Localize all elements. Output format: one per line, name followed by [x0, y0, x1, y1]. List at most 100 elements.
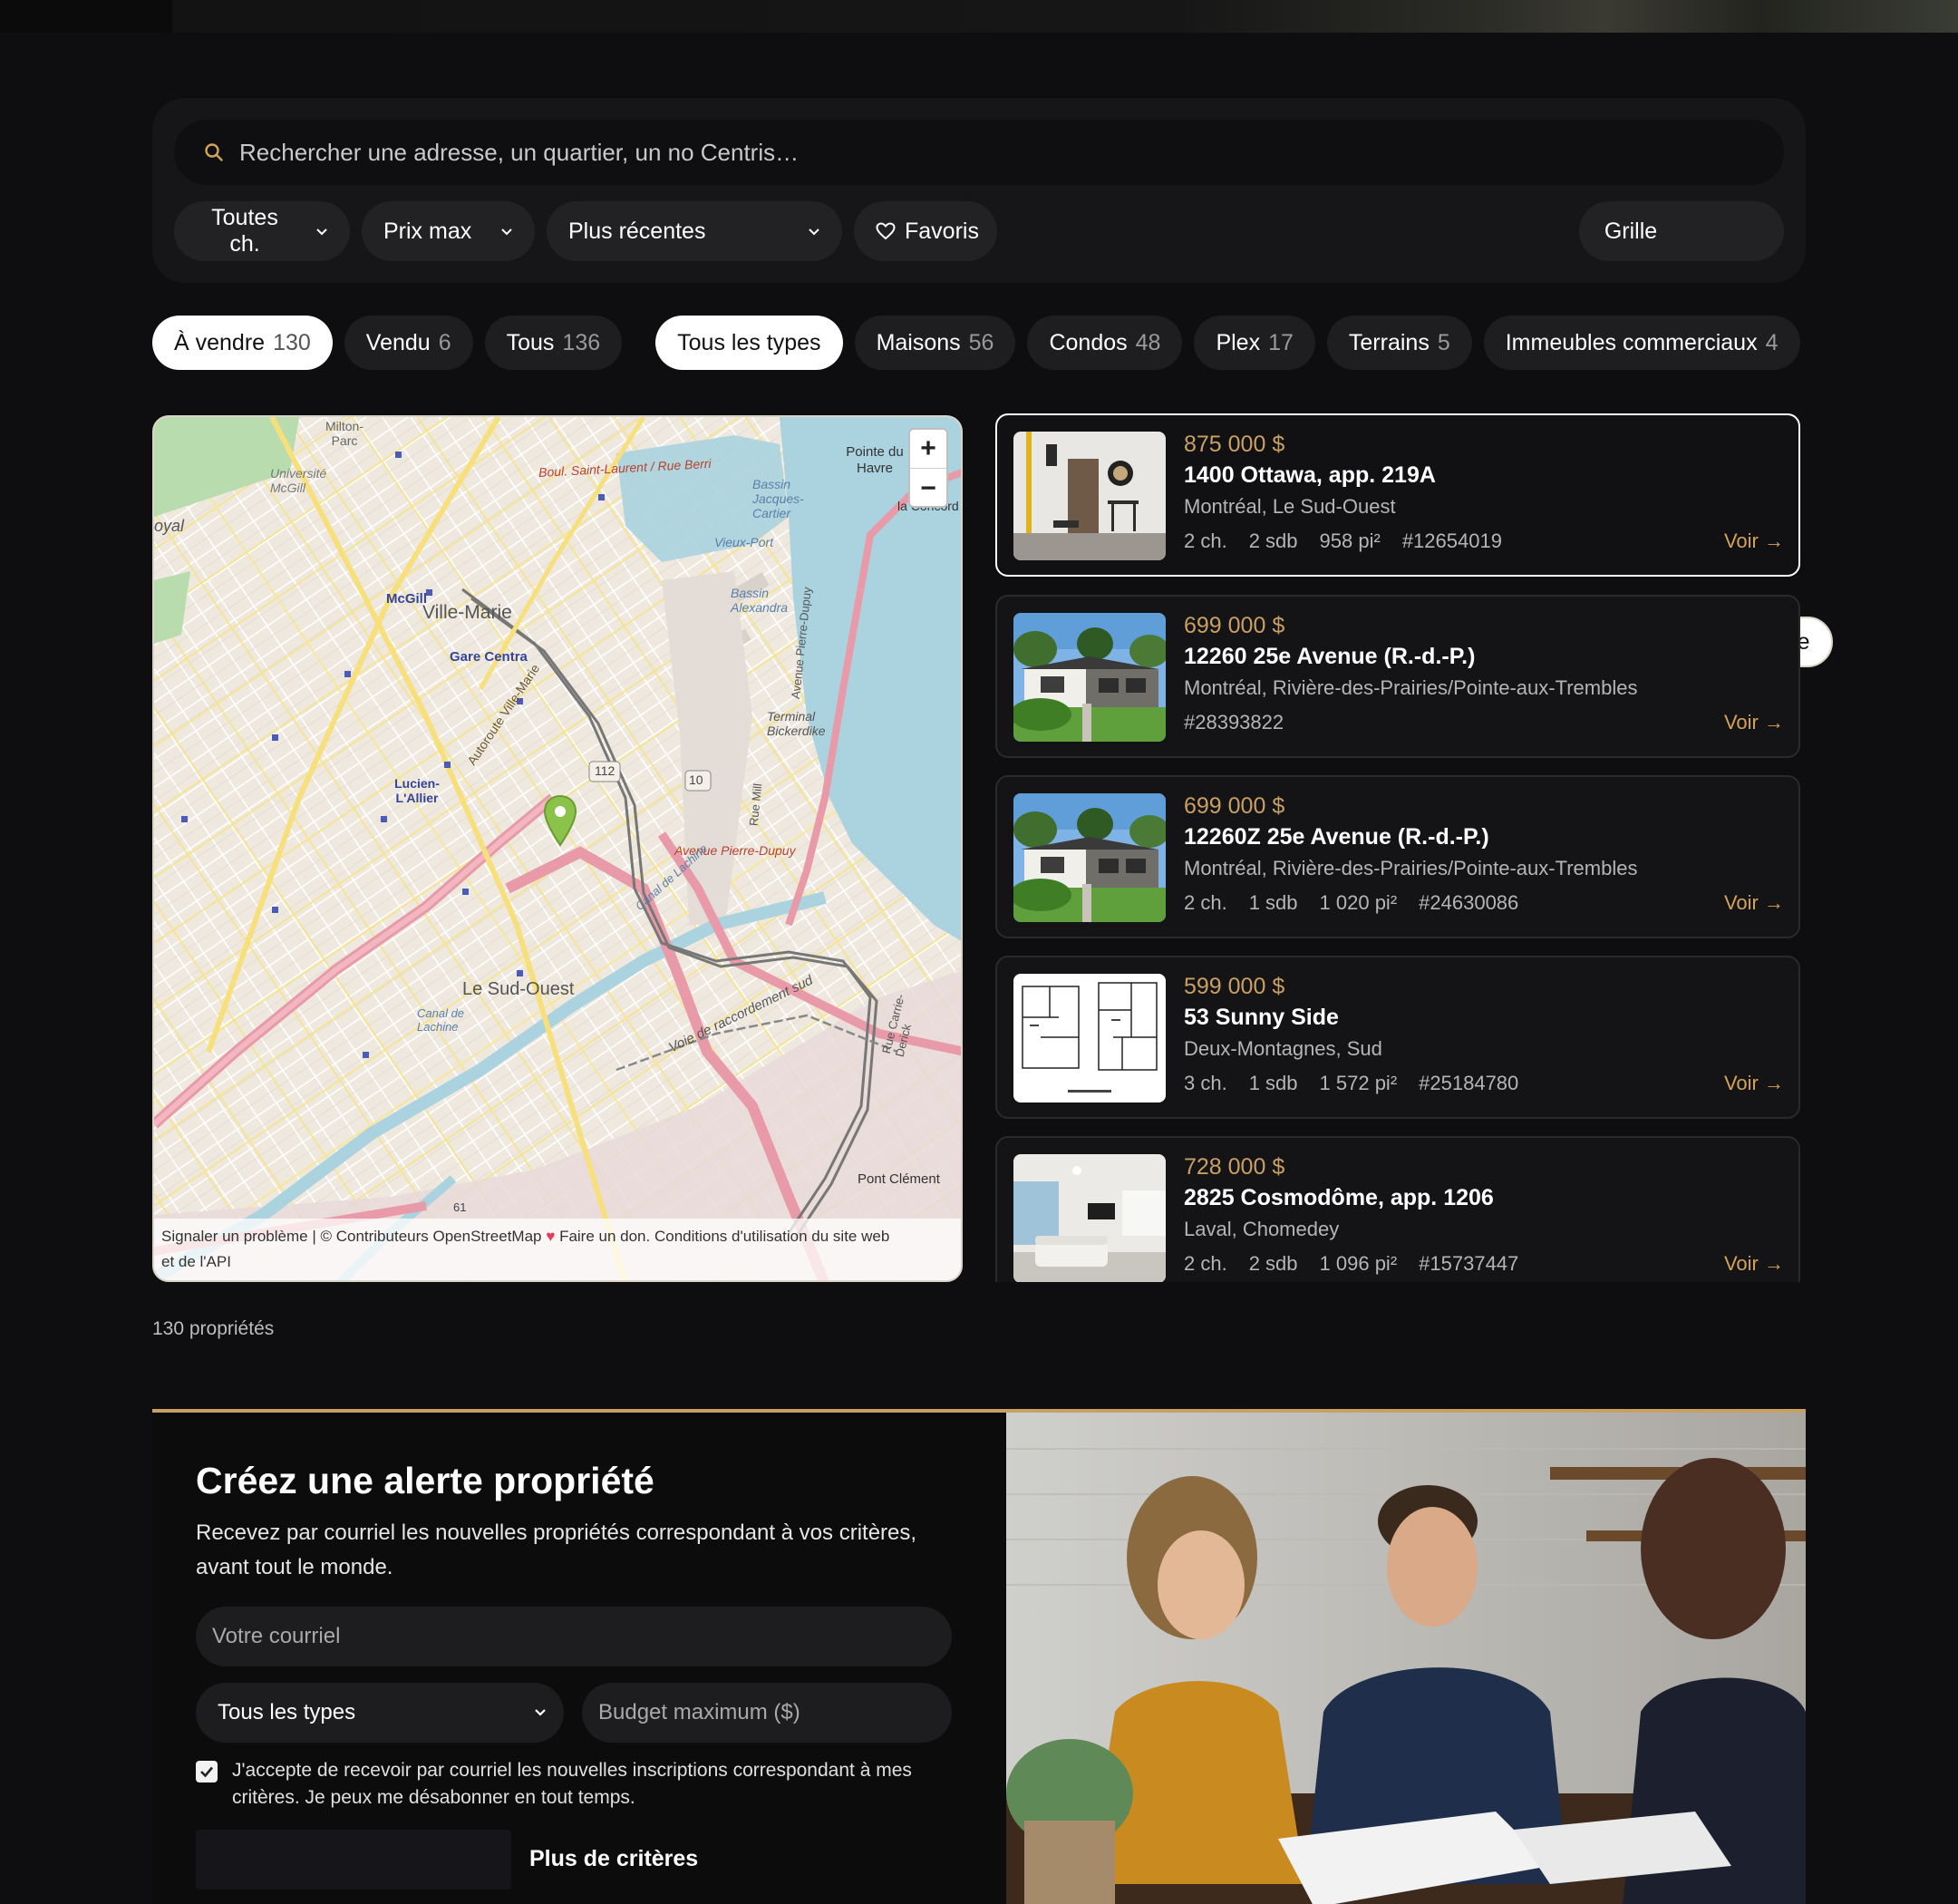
map-pin-icon[interactable]	[542, 794, 578, 847]
zoom-control: + −	[908, 428, 948, 508]
listing-photo	[1013, 793, 1166, 922]
map-label: McGill	[386, 591, 428, 607]
sort-select-label: Plus récentes	[568, 218, 706, 244]
heart-icon	[876, 222, 896, 240]
listing-list[interactable]: 875 000 $ 1400 Ottawa, app. 219A Montréa…	[995, 413, 1800, 1282]
listing-bedrooms: 2 ch.	[1184, 529, 1227, 552]
listing-card[interactable]: 875 000 $ 1400 Ottawa, app. 219A Montréa…	[995, 413, 1800, 577]
tab-label: Vendu	[365, 329, 431, 355]
listing-address: 12260 25e Avenue (R.-d.-P.)	[1184, 644, 1476, 669]
listing-card[interactable]: 599 000 $ 53 Sunny Side Deux-Montagnes, …	[995, 956, 1800, 1119]
results-count: 130 propriétés	[152, 1318, 275, 1339]
listing-card[interactable]: 699 000 $ 12260Z 25e Avenue (R.-d.-P.) M…	[995, 775, 1800, 938]
property-alert-section: Créez une alerte propriété Recevez par c…	[152, 1409, 1806, 1904]
consent-text: J'accepte de recevoir par courriel les n…	[232, 1760, 912, 1808]
alert-description: Recevez par courriel les nouvelles propr…	[196, 1520, 917, 1579]
tab-count: 48	[1135, 329, 1161, 355]
alert-photo	[1006, 1413, 1806, 1904]
property-type-select[interactable]: Tous les types	[196, 1683, 564, 1743]
listing-id: #24630086	[1419, 891, 1519, 914]
tab-count: 5	[1437, 329, 1450, 355]
tab-label: Tous	[506, 329, 555, 355]
tab-plex[interactable]: Plex 17	[1194, 316, 1315, 370]
listing-meta: 2 ch. 2 sdb 958 pi² #12654019	[1184, 529, 1502, 553]
listing-area: 1 096 pi²	[1319, 1252, 1398, 1275]
listing-meta: 3 ch. 1 sdb 1 572 pi² #25184780	[1184, 1072, 1518, 1095]
listing-photo	[1013, 974, 1166, 1103]
listing-bathrooms: 2 sdb	[1248, 1252, 1298, 1275]
listing-meta: 2 ch. 2 sdb 1 096 pi² #15737447	[1184, 1252, 1518, 1276]
chevron-down-icon	[315, 225, 328, 238]
listing-price: 875 000 $	[1184, 432, 1285, 457]
tab-count: 130	[273, 329, 311, 355]
zoom-in-button[interactable]: +	[910, 430, 946, 469]
view-listing-link[interactable]: Voir →	[1724, 529, 1784, 553]
listing-bedrooms: 2 ch.	[1184, 1252, 1227, 1275]
map-view[interactable]: Milton-Parc Université McGill oyal Boul.…	[152, 415, 963, 1282]
sort-select[interactable]: Plus récentes	[547, 201, 842, 261]
view-listing-link[interactable]: Voir →	[1724, 711, 1784, 734]
map-label: Milton-Parc	[325, 419, 363, 448]
more-criteria-link[interactable]: Plus de critères	[529, 1846, 698, 1872]
tab-all[interactable]: Tous 136	[484, 316, 623, 370]
price-max-filter[interactable]: Prix max	[362, 201, 535, 261]
chevron-down-icon	[533, 1700, 548, 1725]
favorites-button[interactable]: Favoris	[854, 201, 997, 261]
search-input[interactable]	[239, 138, 1784, 167]
tab-all-types[interactable]: Tous les types	[655, 316, 843, 370]
listing-card[interactable]: 699 000 $ 12260 25e Avenue (R.-d.-P.) Mo…	[995, 595, 1800, 758]
tab-land[interactable]: Terrains 5	[1326, 316, 1472, 370]
tab-condos[interactable]: Condos 48	[1027, 316, 1183, 370]
tab-count: 6	[438, 329, 451, 355]
property-type-value: Tous les types	[218, 1700, 356, 1724]
listing-price: 599 000 $	[1184, 974, 1285, 999]
listing-meta: #28393822	[1184, 711, 1284, 734]
attribution-text[interactable]: Faire un don. Conditions d'utilisation d…	[559, 1228, 889, 1245]
attribution-text[interactable]: et de l'API	[161, 1253, 231, 1270]
tab-count: 17	[1268, 329, 1294, 355]
tab-count: 56	[968, 329, 994, 355]
tab-houses[interactable]: Maisons 56	[854, 316, 1016, 370]
favorites-label: Favoris	[905, 218, 979, 244]
map-label: Bassin Jacques-Cartier	[752, 477, 804, 520]
tab-label: Condos	[1049, 329, 1128, 355]
listing-location: Laval, Chomedey	[1184, 1218, 1340, 1240]
view-listing-link[interactable]: Voir →	[1724, 1072, 1784, 1095]
consent-checkbox[interactable]	[196, 1761, 218, 1783]
listing-area: 1 020 pi²	[1319, 891, 1398, 914]
listing-card[interactable]: 728 000 $ 2825 Cosmodôme, app. 1206 Lava…	[995, 1136, 1800, 1282]
bedrooms-filter[interactable]: Toutes ch.	[174, 201, 350, 261]
map-label: Bassin Alexandra	[731, 586, 789, 615]
listing-price: 699 000 $	[1184, 613, 1285, 638]
view-listing-link[interactable]: Voir →	[1724, 1252, 1784, 1276]
listing-address: 2825 Cosmodôme, app. 1206	[1184, 1185, 1494, 1210]
submit-alert-button[interactable]	[196, 1830, 511, 1889]
map-canvas[interactable]	[154, 417, 963, 1282]
zoom-out-button[interactable]: −	[910, 469, 946, 508]
tab-count: 4	[1765, 329, 1779, 355]
map-label: Gare Centra	[450, 649, 528, 665]
budget-field[interactable]	[582, 1683, 952, 1743]
consent-row: J'accepte de recevoir par courriel les n…	[196, 1757, 939, 1812]
email-field[interactable]	[196, 1607, 952, 1666]
map-label: Le Sud-Ouest	[462, 979, 575, 999]
tab-label: Immeubles commerciaux	[1505, 329, 1758, 355]
attribution-text[interactable]: Signaler un problème | © Contributeurs O…	[161, 1228, 542, 1245]
search-panel: Toutes ch. Prix max Plus récentes Favori…	[152, 98, 1833, 667]
map-label: 10	[689, 772, 703, 787]
chevron-down-icon	[500, 225, 513, 238]
tab-commercial[interactable]: Immeubles commerciaux 4	[1483, 316, 1800, 370]
alert-form: Créez une alerte propriété Recevez par c…	[152, 1413, 1006, 1904]
price-max-filter-label: Prix max	[383, 218, 472, 244]
view-listing-link[interactable]: Voir →	[1724, 891, 1784, 915]
listing-meta: 2 ch. 1 sdb 1 020 pi² #24630086	[1184, 891, 1518, 915]
tab-label: Maisons	[876, 329, 961, 355]
tab-sold[interactable]: Vendu 6	[344, 316, 473, 370]
listing-address: 1400 Ottawa, app. 219A	[1184, 462, 1436, 488]
listing-bedrooms: 3 ch.	[1184, 1072, 1227, 1094]
map-label: 61	[453, 1200, 467, 1214]
tab-for-sale[interactable]: À vendre 130	[152, 316, 333, 370]
tab-label: Plex	[1216, 329, 1261, 355]
check-icon	[200, 1766, 213, 1778]
grid-view-button[interactable]: Grille	[1584, 206, 1678, 257]
